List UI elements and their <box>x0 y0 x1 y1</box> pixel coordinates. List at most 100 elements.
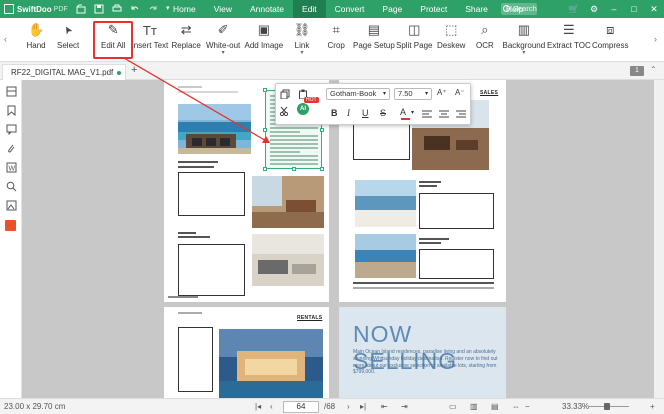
find-icon[interactable] <box>6 181 17 192</box>
save-icon[interactable] <box>94 4 104 14</box>
font-color-swatch <box>401 118 410 120</box>
tool-split-page[interactable]: ◫ Split Page <box>396 22 432 50</box>
align-right-icon[interactable] <box>456 110 466 118</box>
menu-protect[interactable]: Protect <box>411 0 456 18</box>
italic-icon[interactable]: I <box>347 108 350 118</box>
resize-handle[interactable] <box>320 167 324 171</box>
gift-icon[interactable] <box>5 220 16 231</box>
vertical-scrollbar[interactable] <box>654 80 664 398</box>
resize-handle[interactable] <box>263 128 267 132</box>
prev-page-icon[interactable]: ‹ <box>270 402 273 411</box>
zoom-level[interactable]: 33.33% <box>562 402 589 411</box>
comment-icon[interactable] <box>6 124 17 135</box>
undo-icon[interactable] <box>130 4 140 14</box>
single-page-icon[interactable]: ▭ <box>449 402 457 411</box>
compress-icon: ⧈ <box>606 22 615 37</box>
tool-hand[interactable]: ✋ Hand <box>27 22 46 50</box>
menu-edit[interactable]: Edit <box>293 0 326 18</box>
fit-width-icon[interactable]: ⇔ <box>512 402 520 411</box>
ribbon-scroll-right-icon[interactable]: › <box>654 34 657 44</box>
zoom-out-icon[interactable]: − <box>525 402 530 411</box>
resize-handle[interactable] <box>263 167 267 171</box>
resize-handle[interactable] <box>292 167 296 171</box>
new-tab-icon[interactable]: + <box>131 64 137 76</box>
prev-view-icon[interactable]: ⇤ <box>381 402 388 411</box>
open-file-icon[interactable] <box>76 4 86 14</box>
svg-text:W: W <box>9 166 16 173</box>
strikethrough-icon[interactable]: S <box>380 108 386 118</box>
page-number-input[interactable]: 64 <box>283 401 319 413</box>
tool-background[interactable]: ▥ Background ▾ <box>503 22 546 56</box>
tool-deskew[interactable]: ⬚ Deskew <box>437 22 465 50</box>
resize-handle[interactable] <box>320 128 324 132</box>
minimize-icon[interactable]: – <box>604 4 624 14</box>
image-icon[interactable] <box>6 200 17 211</box>
next-page-icon[interactable]: › <box>347 402 350 411</box>
align-center-icon[interactable] <box>439 110 449 118</box>
menu-home[interactable]: Home <box>164 0 205 18</box>
print-icon[interactable] <box>112 4 122 14</box>
bookmark-icon[interactable] <box>6 105 17 116</box>
underline-icon[interactable]: U <box>362 108 369 118</box>
tool-add-image[interactable]: ▣ Add Image <box>245 22 284 50</box>
tool-insert-text[interactable]: Tт Insert Text <box>131 22 169 51</box>
last-page-icon[interactable]: ▸| <box>360 402 366 411</box>
menu-convert[interactable]: Convert <box>326 0 374 18</box>
redo-icon[interactable] <box>148 4 158 14</box>
text-line <box>270 143 318 145</box>
menu-share[interactable]: Share <box>456 0 497 18</box>
menu-annotate[interactable]: Annotate <box>241 0 293 18</box>
zoom-in-icon[interactable]: + <box>650 402 655 411</box>
text-line <box>270 139 318 141</box>
two-page-icon[interactable]: ▥ <box>470 402 478 411</box>
font-size-select[interactable]: 7.50 ▾ <box>394 88 432 100</box>
font-color-icon[interactable]: A <box>400 107 406 117</box>
maximize-icon[interactable]: □ <box>624 4 644 14</box>
tool-label: Insert Text <box>131 41 169 50</box>
next-view-icon[interactable]: ⇥ <box>401 402 408 411</box>
decrease-font-icon[interactable]: A⁻ <box>455 88 465 97</box>
tool-extract-toc[interactable]: ☰ Extract TOC <box>547 22 591 50</box>
search-input[interactable]: Search <box>501 3 537 15</box>
ai-assistant-button[interactable]: AI <box>297 103 309 115</box>
tool-crop[interactable]: ⌗ Crop <box>328 22 345 50</box>
thumbnails-icon[interactable] <box>6 86 17 97</box>
cut-icon[interactable] <box>279 106 289 116</box>
menu-view[interactable]: View <box>205 0 241 18</box>
zoom-slider-thumb[interactable] <box>604 403 610 410</box>
font-family-select[interactable]: Gotham-Book ▾ <box>326 88 390 100</box>
settings-icon[interactable]: ⚙ <box>584 4 604 15</box>
chevron-down-icon[interactable]: ▾ <box>411 109 414 116</box>
tool-link[interactable]: ⛓ Link ▾ <box>294 22 311 56</box>
attachment-icon[interactable] <box>6 143 17 154</box>
copy-icon[interactable] <box>280 89 290 99</box>
tool-ocr[interactable]: ⌕ OCR <box>476 22 494 50</box>
resize-handle[interactable] <box>263 88 267 92</box>
tool-compress[interactable]: ⧈ Compress <box>592 22 628 50</box>
tool-white-out[interactable]: ✐ White-out ▾ <box>206 22 240 56</box>
collapse-icon[interactable]: ⌃ <box>650 65 657 74</box>
text-block <box>178 244 245 296</box>
document-tab[interactable]: RF22_DIGITAL MAG_V1.pdf <box>2 64 126 80</box>
extract-toc-icon: ☰ <box>563 22 575 37</box>
text-line <box>270 127 318 129</box>
first-page-icon[interactable]: |◂ <box>255 402 261 411</box>
increase-font-icon[interactable]: A⁺ <box>437 88 447 97</box>
align-left-icon[interactable] <box>422 110 432 118</box>
tool-page-setup[interactable]: ▤ Page Setup <box>353 22 395 50</box>
document-canvas[interactable]: SALES RENTALS NOW SELLING Main Ocean Isl… <box>22 80 654 398</box>
word-icon[interactable]: W <box>6 162 17 173</box>
bold-icon[interactable]: B <box>331 108 338 118</box>
dropdown-icon[interactable]: ▾ <box>166 4 170 14</box>
cart-icon[interactable]: 🛒 <box>564 4 584 15</box>
unsaved-dot-icon <box>117 71 121 75</box>
tool-replace[interactable]: ⇄ Replace <box>172 22 201 50</box>
scroll-mode-icon[interactable]: ▤ <box>491 402 499 411</box>
menu-page[interactable]: Page <box>373 0 411 18</box>
text-line <box>419 242 441 244</box>
logo-icon <box>4 4 14 14</box>
close-icon[interactable]: ✕ <box>644 4 664 15</box>
ribbon-scroll-left-icon[interactable]: ‹ <box>4 34 7 44</box>
tool-select[interactable]: ➤ Select <box>57 22 79 50</box>
text-line <box>270 163 318 165</box>
